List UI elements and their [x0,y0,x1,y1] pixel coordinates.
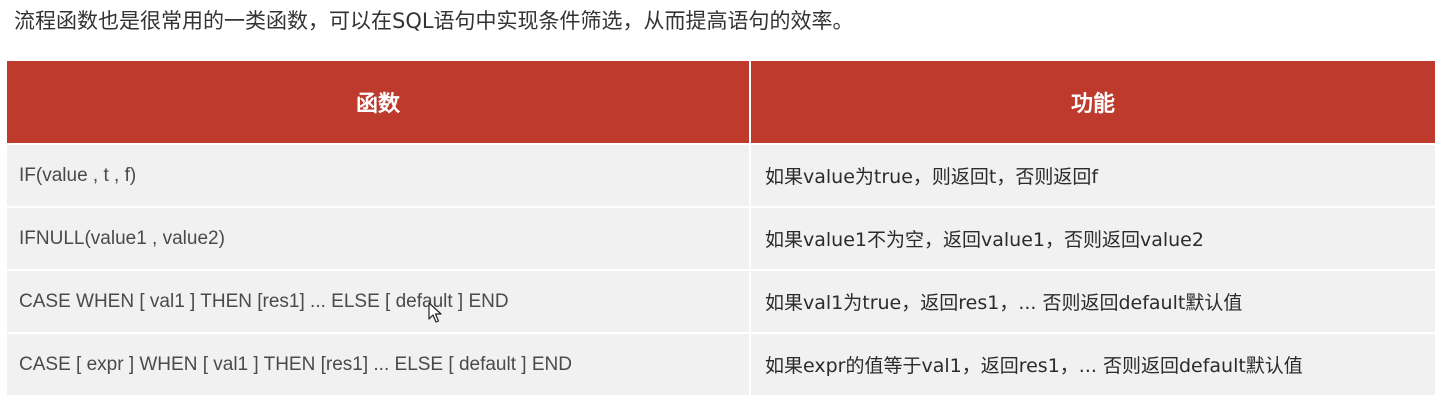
description-cell: 如果value为true，则返回t，否则返回f [751,145,1435,206]
description-cell: 如果expr的值等于val1，返回res1，... 否则返回default默认值 [751,334,1435,395]
header-description: 功能 [751,61,1435,143]
intro-text: 流程函数也是很常用的一类函数，可以在SQL语句中实现条件筛选，从而提高语句的效率… [14,9,854,33]
table-row: IF(value , t , f) 如果value为true，则返回t，否则返回… [7,143,1435,206]
function-cell: IFNULL(value1 , value2) [7,208,751,269]
description-cell: 如果value1不为空，返回value1，否则返回value2 [751,208,1435,269]
function-cell: CASE [ expr ] WHEN [ val1 ] THEN [res1] … [7,334,751,395]
function-cell: CASE WHEN [ val1 ] THEN [res1] ... ELSE … [7,271,751,332]
table-row: CASE WHEN [ val1 ] THEN [res1] ... ELSE … [7,269,1435,332]
table-row: IFNULL(value1 , value2) 如果value1不为空，返回va… [7,206,1435,269]
flow-functions-table: 函数 功能 IF(value , t , f) 如果value为true，则返回… [7,61,1435,395]
description-cell: 如果val1为true，返回res1，... 否则返回default默认值 [751,271,1435,332]
table-header-row: 函数 功能 [7,61,1435,143]
table-row: CASE [ expr ] WHEN [ val1 ] THEN [res1] … [7,332,1435,395]
header-function: 函数 [7,61,751,143]
mouse-cursor-icon [428,302,442,323]
function-cell: IF(value , t , f) [7,145,751,206]
